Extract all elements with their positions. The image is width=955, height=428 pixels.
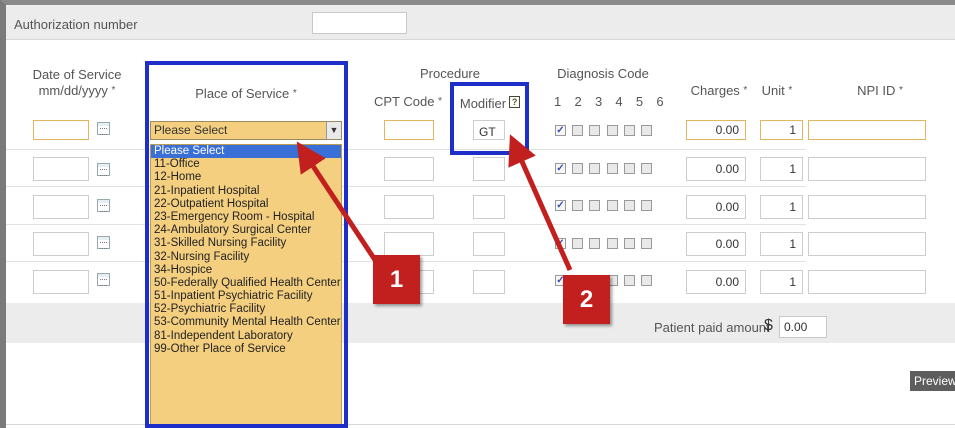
arrow-1 [296, 141, 386, 274]
callout-badge-2: 2 [563, 275, 610, 324]
callout-badge-1: 1 [373, 255, 420, 304]
arrow-2 [508, 134, 573, 272]
callout-arrows [296, 134, 573, 274]
